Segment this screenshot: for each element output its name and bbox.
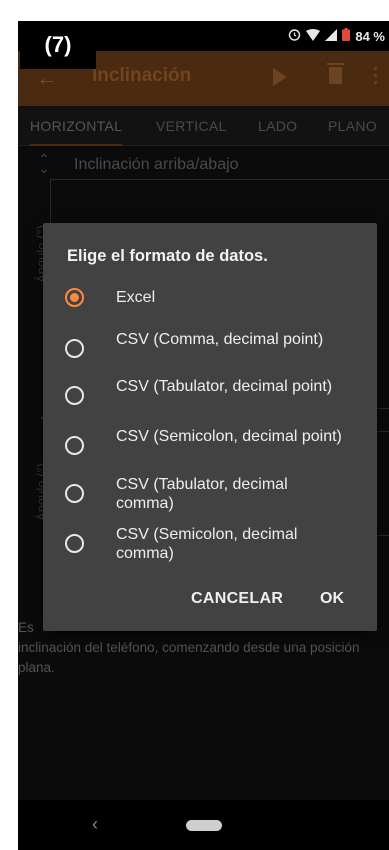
tab-bar: HORIZONTAL VERTICAL LADO PLANO [18, 106, 389, 146]
description-body: inclinación del teléfono, comenzando des… [18, 640, 360, 675]
play-icon[interactable] [273, 68, 287, 86]
option-csv-semicolon-comma[interactable]: CSV (Semicolon, decimal comma) [65, 525, 365, 563]
option-csv-comma-point[interactable]: CSV (Comma, decimal point) [65, 330, 365, 358]
radio-selected-icon[interactable] [65, 288, 84, 307]
radio-icon[interactable] [65, 484, 84, 503]
radio-icon[interactable] [65, 534, 84, 553]
alarm-icon [288, 28, 301, 44]
tab-plano[interactable]: PLANO [328, 118, 377, 134]
wifi-icon [306, 28, 321, 44]
navigation-bar: ‹ [18, 800, 389, 850]
description-fragment: Es [18, 620, 34, 635]
expand-collapse-icon[interactable]: ⌃ ⌄ [38, 152, 50, 175]
option-label: CSV (Comma, decimal point) [116, 331, 324, 348]
option-csv-tab-comma[interactable]: CSV (Tabulator, decimal comma) [65, 475, 365, 513]
data-format-dialog: Elige el formato de datos. Excel CSV (Co… [43, 223, 377, 631]
battery-percentage: 84 % [355, 28, 385, 44]
option-label: CSV (Tabulator, decimal point) [116, 378, 333, 395]
option-csv-tab-point[interactable]: CSV (Tabulator, decimal point) [65, 377, 365, 405]
dialog-title: Elige el formato de datos. [67, 247, 268, 265]
app-title: Inclinación [92, 65, 192, 86]
more-vert-icon[interactable] [374, 67, 378, 85]
option-excel[interactable]: Excel [65, 288, 365, 307]
trash-icon[interactable] [327, 63, 344, 84]
nav-back-icon[interactable]: ‹ [92, 814, 98, 835]
option-csv-semicolon-point[interactable]: CSV (Semicolon, decimal point) [65, 427, 365, 455]
option-label: Excel [116, 289, 156, 306]
status-icons: 84 % [288, 28, 385, 44]
section-title: Inclinación arriba/abajo [74, 156, 239, 173]
ok-button[interactable]: OK [320, 590, 344, 608]
option-label: CSV (Semicolon, decimal comma) [116, 526, 298, 562]
tab-horizontal[interactable]: HORIZONTAL [30, 118, 123, 146]
option-label: CSV (Tabulator, decimal comma) [116, 476, 288, 512]
radio-icon[interactable] [65, 436, 84, 455]
tab-lado[interactable]: LADO [258, 118, 297, 134]
signal-icon [325, 28, 338, 44]
step-number-badge: (7) [20, 21, 96, 69]
nav-home-pill[interactable] [186, 820, 222, 831]
tab-vertical[interactable]: VERTICAL [156, 118, 227, 134]
radio-icon[interactable] [65, 339, 84, 358]
radio-icon[interactable] [65, 386, 84, 405]
cancel-button[interactable]: CANCELAR [191, 590, 283, 608]
battery-icon [342, 28, 351, 44]
option-label: CSV (Semicolon, decimal point) [116, 428, 342, 445]
